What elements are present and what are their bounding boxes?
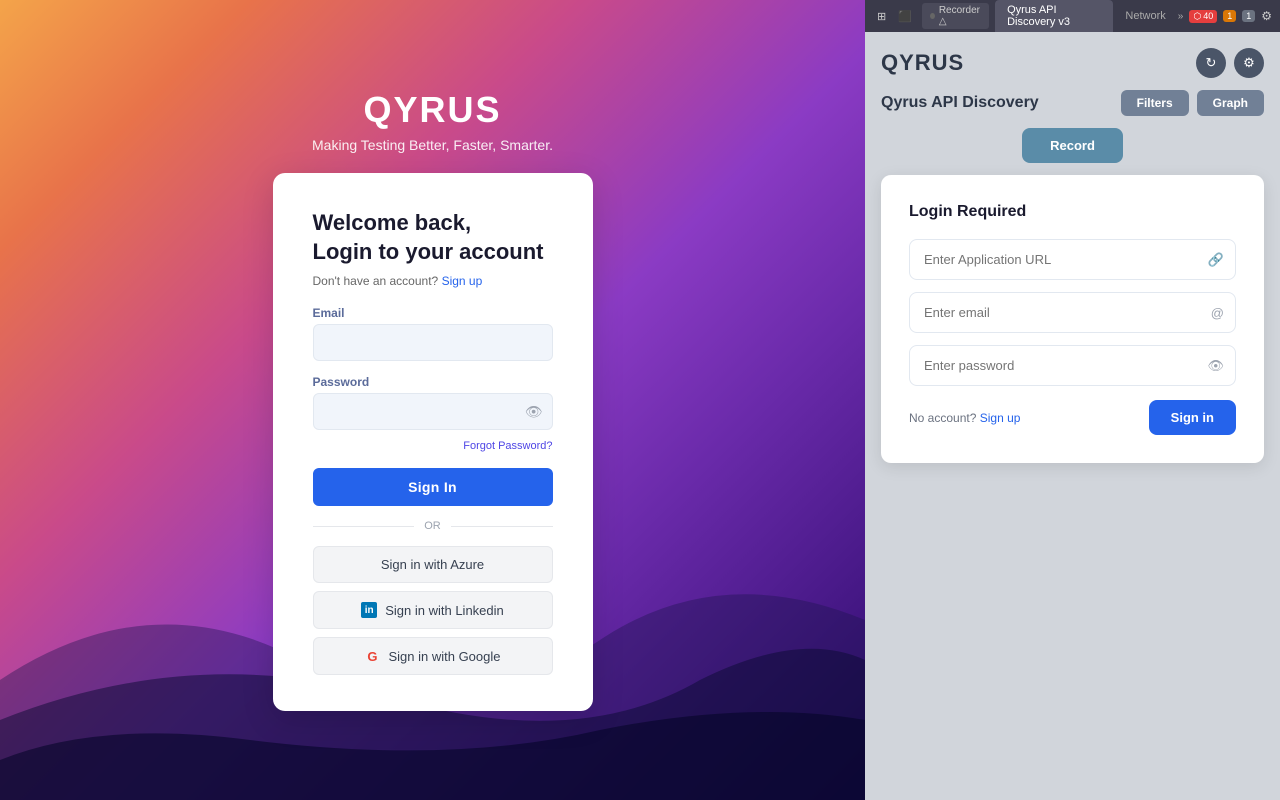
- expand-icon[interactable]: »: [1178, 11, 1184, 22]
- gear-icon[interactable]: ⚙: [1261, 9, 1272, 23]
- toolbar-icon-2[interactable]: ⬛: [894, 8, 916, 25]
- toolbar-left-icons: ⊞ ⬛: [873, 8, 916, 25]
- logo-area: QYRUS Making Testing Better, Faster, Sma…: [312, 89, 553, 153]
- no-account-text: No account? Sign up: [909, 411, 1020, 425]
- browser-toolbar: ⊞ ⬛ Recorder △ Qyrus API Discovery v3 Ne…: [865, 0, 1280, 32]
- app-password-input-wrapper: 👁: [909, 345, 1236, 386]
- at-icon: @: [1211, 305, 1224, 320]
- login-required-title: Login Required: [909, 203, 1236, 221]
- api-title: Qyrus API Discovery: [881, 94, 1039, 112]
- app-header: QYRUS ↻ ⚙: [881, 48, 1264, 78]
- azure-sign-in-button[interactable]: Sign in with Azure: [313, 546, 553, 583]
- app-email-input-wrapper: @: [909, 292, 1236, 333]
- record-button[interactable]: Record: [1022, 128, 1123, 163]
- warn-badge: 1: [1223, 10, 1236, 22]
- eye-icon-right[interactable]: 👁: [1207, 358, 1224, 374]
- app-email-input[interactable]: [909, 292, 1236, 333]
- filters-button[interactable]: Filters: [1121, 90, 1189, 116]
- info-badge: 1: [1242, 10, 1255, 22]
- google-sign-in-button[interactable]: G Sign in with Google: [313, 637, 553, 675]
- tagline: Making Testing Better, Faster, Smarter.: [312, 137, 553, 153]
- email-input-wrapper: [313, 324, 553, 361]
- app-header-icons: ↻ ⚙: [1196, 48, 1264, 78]
- login-required-card: Login Required 🔗 @ 👁 No account? Sign up…: [881, 175, 1264, 463]
- sign-in-button[interactable]: Sign In: [313, 468, 553, 506]
- password-input[interactable]: [313, 393, 553, 430]
- recorder-badge: Recorder △: [922, 3, 989, 29]
- graph-button[interactable]: Graph: [1197, 90, 1264, 116]
- app-logo: QYRUS: [881, 50, 964, 76]
- refresh-icon[interactable]: ↻: [1196, 48, 1226, 78]
- signup-link[interactable]: Sign up: [442, 274, 483, 288]
- app-content: QYRUS ↻ ⚙ Qyrus API Discovery Filters Gr…: [865, 32, 1280, 800]
- password-label: Password: [313, 375, 553, 389]
- left-panel: QYRUS Making Testing Better, Faster, Sma…: [0, 0, 865, 800]
- or-divider: OR: [313, 520, 553, 532]
- linkedin-icon: in: [361, 602, 377, 618]
- settings-icon[interactable]: ⚙: [1234, 48, 1264, 78]
- email-label: Email: [313, 306, 553, 320]
- active-tab[interactable]: Qyrus API Discovery v3: [995, 0, 1113, 32]
- toolbar-icon-1[interactable]: ⊞: [873, 8, 890, 25]
- app-logo: QYRUS: [312, 89, 553, 131]
- api-title-row: Qyrus API Discovery Filters Graph: [881, 90, 1264, 116]
- email-input[interactable]: [313, 324, 553, 361]
- linkedin-sign-in-button[interactable]: in Sign in with Linkedin: [313, 591, 553, 629]
- network-label[interactable]: Network: [1119, 10, 1171, 22]
- app-signup-link[interactable]: Sign up: [980, 411, 1021, 425]
- app-sign-in-button[interactable]: Sign in: [1149, 400, 1236, 435]
- eye-icon[interactable]: 👁: [525, 403, 543, 420]
- no-account-row: No account? Sign up Sign in: [909, 400, 1236, 435]
- alert-badge: ⬡ 40: [1189, 10, 1217, 23]
- welcome-title: Welcome back, Login to your account: [313, 209, 553, 266]
- app-url-input-wrapper: 🔗: [909, 239, 1236, 280]
- link-icon: 🔗: [1208, 252, 1224, 268]
- google-icon: G: [364, 648, 380, 664]
- recorder-dot: [930, 13, 935, 19]
- api-action-buttons: Filters Graph: [1121, 90, 1264, 116]
- app-url-input[interactable]: [909, 239, 1236, 280]
- right-panel: ⊞ ⬛ Recorder △ Qyrus API Discovery v3 Ne…: [865, 0, 1280, 800]
- password-input-wrapper: 👁: [313, 393, 553, 430]
- forgot-password-area: Forgot Password?: [313, 436, 553, 454]
- forgot-password-link[interactable]: Forgot Password?: [463, 440, 552, 452]
- app-password-input[interactable]: [909, 345, 1236, 386]
- no-account-text: Don't have an account? Sign up: [313, 274, 553, 288]
- login-card: Welcome back, Login to your account Don'…: [273, 173, 593, 711]
